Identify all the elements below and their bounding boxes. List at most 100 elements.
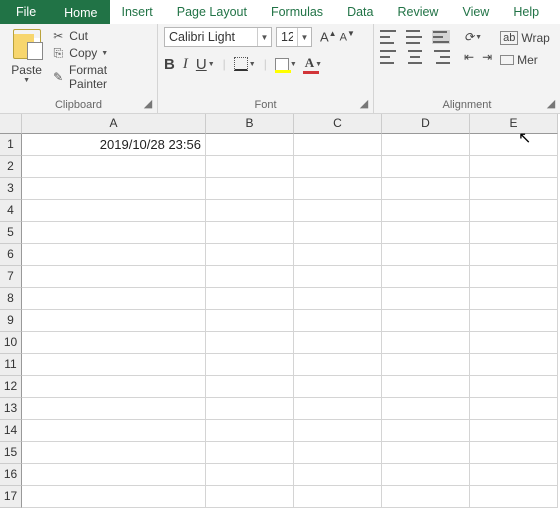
cell[interactable] (22, 288, 206, 310)
font-size-input[interactable] (277, 28, 297, 46)
cell[interactable] (382, 354, 470, 376)
row-header[interactable]: 12 (0, 376, 22, 398)
cell[interactable] (382, 200, 470, 222)
cell[interactable] (206, 222, 294, 244)
cell[interactable] (294, 332, 382, 354)
paste-button[interactable]: Paste ▼ (6, 27, 47, 98)
increase-font-size-button[interactable]: A▲ (320, 29, 337, 44)
cell[interactable] (294, 420, 382, 442)
row-header[interactable]: 4 (0, 200, 22, 222)
cell[interactable] (206, 310, 294, 332)
cell[interactable] (206, 486, 294, 508)
increase-indent-button[interactable]: ⇥ (482, 50, 492, 64)
tab-formulas[interactable]: Formulas (259, 0, 335, 24)
cell[interactable] (206, 354, 294, 376)
row-header[interactable]: 15 (0, 442, 22, 464)
cell[interactable] (206, 442, 294, 464)
cell[interactable] (470, 200, 558, 222)
cell[interactable] (470, 420, 558, 442)
cell[interactable] (294, 156, 382, 178)
cell[interactable] (22, 464, 206, 486)
cell[interactable] (22, 332, 206, 354)
underline-button[interactable]: U▼ (196, 56, 215, 73)
cell[interactable] (382, 222, 470, 244)
cell[interactable] (22, 266, 206, 288)
row-header[interactable]: 2 (0, 156, 22, 178)
tab-home[interactable]: Home (52, 0, 109, 24)
fill-color-button[interactable]: ▼ (275, 58, 297, 71)
cell[interactable] (382, 398, 470, 420)
cell[interactable] (382, 310, 470, 332)
cell[interactable] (22, 486, 206, 508)
cell[interactable] (470, 134, 558, 156)
dialog-launcher-icon[interactable]: ◢ (142, 99, 154, 111)
chevron-down-icon[interactable]: ▼ (297, 28, 311, 46)
chevron-down-icon[interactable]: ▼ (101, 50, 108, 57)
row-header[interactable]: 13 (0, 398, 22, 420)
cell[interactable] (470, 178, 558, 200)
row-header[interactable]: 5 (0, 222, 22, 244)
column-header[interactable]: C (294, 114, 382, 134)
cell[interactable] (470, 376, 558, 398)
cell[interactable] (206, 332, 294, 354)
cell[interactable] (470, 354, 558, 376)
cell[interactable] (382, 156, 470, 178)
cell[interactable] (22, 156, 206, 178)
cell[interactable] (470, 486, 558, 508)
cell[interactable] (206, 134, 294, 156)
borders-button[interactable]: ▼ (234, 57, 256, 71)
wrap-text-button[interactable]: ab Wrap (500, 31, 550, 45)
cell[interactable] (382, 266, 470, 288)
cell[interactable] (470, 332, 558, 354)
tab-page-layout[interactable]: Page Layout (165, 0, 259, 24)
cell[interactable] (470, 156, 558, 178)
column-header[interactable]: B (206, 114, 294, 134)
tab-view[interactable]: View (450, 0, 501, 24)
tab-file[interactable]: File (0, 0, 52, 24)
cell[interactable] (206, 398, 294, 420)
row-header[interactable]: 8 (0, 288, 22, 310)
cell[interactable] (22, 200, 206, 222)
cell[interactable] (206, 376, 294, 398)
cell[interactable]: 2019/10/28 23:56 (22, 134, 206, 156)
cell[interactable] (22, 376, 206, 398)
select-all-corner[interactable] (0, 114, 22, 134)
cell[interactable] (294, 134, 382, 156)
cell[interactable] (206, 464, 294, 486)
cut-button[interactable]: ✂ Cut (51, 29, 147, 43)
cell[interactable] (294, 310, 382, 332)
cell[interactable] (294, 442, 382, 464)
cell[interactable] (22, 442, 206, 464)
cell[interactable] (470, 244, 558, 266)
cell[interactable] (382, 376, 470, 398)
italic-button[interactable]: I (183, 56, 188, 73)
cell[interactable] (294, 354, 382, 376)
cell[interactable] (470, 222, 558, 244)
cell[interactable] (22, 354, 206, 376)
orientation-button[interactable]: ⟳▼ (464, 30, 482, 44)
cell[interactable] (206, 178, 294, 200)
cell[interactable] (22, 420, 206, 442)
cell[interactable] (206, 266, 294, 288)
cell[interactable] (294, 288, 382, 310)
cell[interactable] (470, 288, 558, 310)
align-right-button[interactable] (432, 50, 450, 64)
chevron-down-icon[interactable]: ▼ (257, 28, 271, 46)
row-header[interactable]: 14 (0, 420, 22, 442)
chevron-down-icon[interactable]: ▼ (23, 77, 30, 84)
cell[interactable] (294, 486, 382, 508)
cell[interactable] (470, 442, 558, 464)
cell[interactable] (206, 288, 294, 310)
font-size-combo[interactable]: ▼ (276, 27, 312, 47)
decrease-indent-button[interactable]: ⇤ (464, 50, 474, 64)
spreadsheet-grid[interactable]: ABCDE 12019/10/28 23:5623456789101112131… (0, 114, 560, 508)
align-bottom-button[interactable] (432, 30, 450, 44)
cell[interactable] (294, 464, 382, 486)
cell[interactable] (470, 310, 558, 332)
font-color-button[interactable]: A▼ (305, 55, 322, 73)
cell[interactable] (382, 134, 470, 156)
cell[interactable] (206, 420, 294, 442)
dialog-launcher-icon[interactable]: ◢ (545, 99, 557, 111)
row-header[interactable]: 7 (0, 266, 22, 288)
cell[interactable] (470, 398, 558, 420)
